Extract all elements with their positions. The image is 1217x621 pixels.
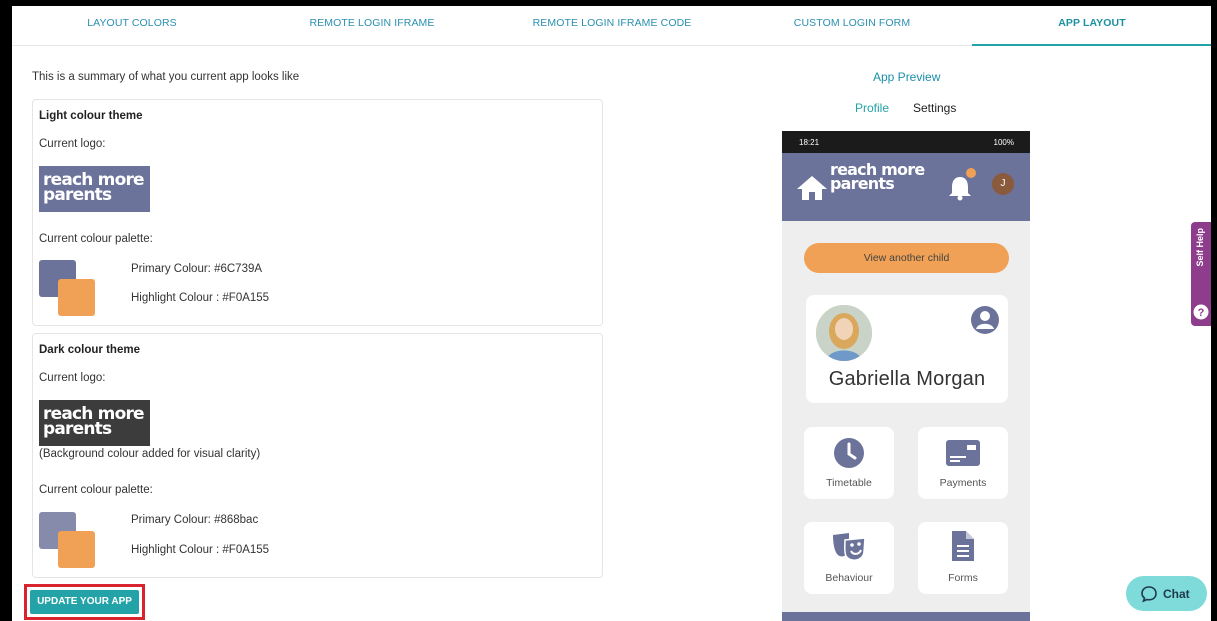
self-help-tab[interactable]: Self Help ?: [1191, 222, 1211, 326]
tab-remote-login-iframe[interactable]: REMOTE LOGIN IFRAME: [292, 6, 452, 46]
clock-icon: [834, 438, 864, 468]
forms-tile[interactable]: Forms: [918, 522, 1008, 594]
dark-theme-card: Dark colour theme Current logo: reach mo…: [32, 333, 603, 578]
tab-custom-login-form[interactable]: CUSTOM LOGIN FORM: [772, 6, 932, 46]
light-theme-title: Light colour theme: [39, 110, 143, 122]
dark-palette-label: Current colour palette:: [39, 484, 153, 496]
preview-tab-profile[interactable]: Profile: [855, 101, 889, 115]
dark-logo-label: Current logo:: [39, 372, 106, 384]
notification-dot: [966, 168, 976, 178]
light-highlight-swatch: [58, 279, 95, 316]
dark-logo-note: (Background colour added for visual clar…: [39, 448, 261, 460]
dark-primary-text: Primary Colour: #868bac: [131, 514, 259, 526]
app-header: reach more parents J: [782, 153, 1030, 221]
light-highlight-text: Highlight Colour : #F0A155: [131, 292, 270, 304]
app-frame: LAYOUT COLORS REMOTE LOGIN IFRAME REMOTE…: [12, 6, 1211, 621]
tab-remote-login-iframe-code[interactable]: REMOTE LOGIN IFRAME CODE: [522, 6, 702, 46]
update-app-button[interactable]: UPDATE YOUR APP: [30, 590, 139, 614]
document-icon: [952, 531, 974, 561]
timetable-label: Timetable: [826, 477, 872, 489]
preview-tab-settings[interactable]: Settings: [913, 101, 956, 115]
dark-logo: reach more parents: [39, 400, 150, 446]
profile-icon[interactable]: [970, 305, 1000, 335]
phone-preview: 18:21 100% reach more parents J View ano…: [782, 131, 1030, 621]
forms-label: Forms: [948, 572, 978, 584]
phone-bottom-nav: [782, 612, 1030, 621]
child-name: Gabriella Morgan: [828, 368, 986, 390]
tab-bar: LAYOUT COLORS REMOTE LOGIN IFRAME REMOTE…: [12, 6, 1211, 46]
dark-highlight-swatch: [58, 531, 95, 568]
chat-button[interactable]: Chat: [1126, 576, 1207, 611]
light-primary-text: Primary Colour: #6C739A: [131, 263, 263, 275]
child-profile-card: Gabriella Morgan: [806, 295, 1008, 403]
app-preview-title: App Preview: [873, 70, 941, 84]
tab-app-layout[interactable]: APP LAYOUT: [972, 6, 1211, 46]
chat-label: Chat: [1163, 587, 1190, 601]
behaviour-label: Behaviour: [825, 572, 873, 584]
user-avatar[interactable]: J: [992, 173, 1014, 195]
status-time: 18:21: [799, 138, 820, 147]
summary-text: This is a summary of what you current ap…: [32, 71, 300, 83]
home-icon[interactable]: [796, 175, 828, 201]
payment-card-icon: [946, 440, 980, 466]
light-logo: reach more parents: [39, 166, 150, 212]
status-battery: 100%: [993, 138, 1014, 147]
header-logo: reach more parents: [830, 162, 925, 193]
self-help-label: Self Help: [1195, 228, 1205, 267]
dark-logo-line2: parents: [43, 419, 112, 439]
masks-icon: [833, 533, 866, 561]
payments-label: Payments: [939, 477, 987, 489]
tab-layout-colors[interactable]: LAYOUT COLORS: [52, 6, 212, 46]
child-photo: [816, 305, 872, 361]
behaviour-tile[interactable]: Behaviour: [804, 522, 894, 594]
header-logo-line2: parents: [830, 174, 895, 193]
svg-text:?: ?: [1198, 307, 1205, 319]
dark-highlight-text: Highlight Colour : #F0A155: [131, 544, 270, 556]
question-icon: ?: [1193, 304, 1209, 320]
light-palette-label: Current colour palette:: [39, 233, 153, 245]
view-another-child-button[interactable]: View another child: [804, 243, 1009, 273]
chat-bubble-icon: [1141, 586, 1157, 603]
bell-icon[interactable]: [948, 175, 972, 201]
payments-tile[interactable]: Payments: [918, 427, 1008, 499]
phone-status-bar: 18:21 100%: [782, 131, 1030, 153]
light-theme-card: Light colour theme Current logo: reach m…: [32, 99, 603, 326]
timetable-tile[interactable]: Timetable: [804, 427, 894, 499]
light-logo-line2: parents: [43, 185, 112, 205]
dark-theme-title: Dark colour theme: [39, 344, 140, 356]
light-logo-label: Current logo:: [39, 138, 106, 150]
